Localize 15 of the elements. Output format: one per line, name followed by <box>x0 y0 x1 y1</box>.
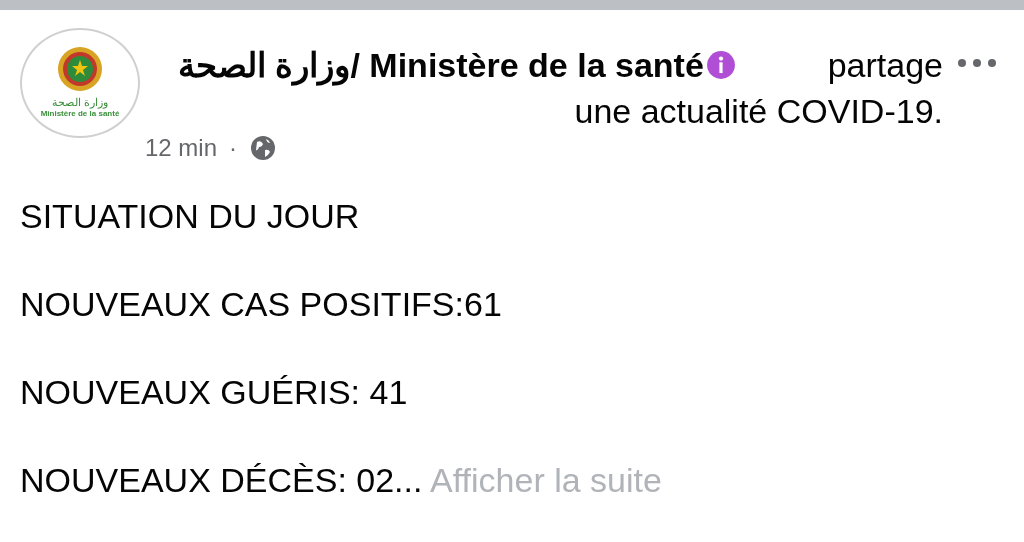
logo-text: Ministère de la santé <box>40 109 120 121</box>
info-badge-icon <box>705 50 736 80</box>
post-action-text: une actualité COVID-19. <box>574 92 943 130</box>
post-text: SITUATION DU JOUR <box>20 197 360 235</box>
more-options-icon[interactable] <box>957 58 997 68</box>
author-name[interactable]: وزارة الصحة/ Ministère de la santé <box>178 42 704 88</box>
post-text: NOUVEAUX DÉCÈS: 02... <box>20 461 423 499</box>
post-time[interactable]: 12 min <box>145 130 218 166</box>
separator: · <box>229 133 238 163</box>
post-action-text: partage <box>827 45 943 86</box>
post-text: NOUVEAUX CAS POSITIFS:61 <box>20 285 502 323</box>
globe-icon <box>249 134 278 162</box>
emblem-icon <box>57 45 103 92</box>
post-text: NOUVEAUX GUÉRIS: 41 <box>20 373 408 411</box>
logo-text: وزارة الصحة <box>51 95 109 109</box>
